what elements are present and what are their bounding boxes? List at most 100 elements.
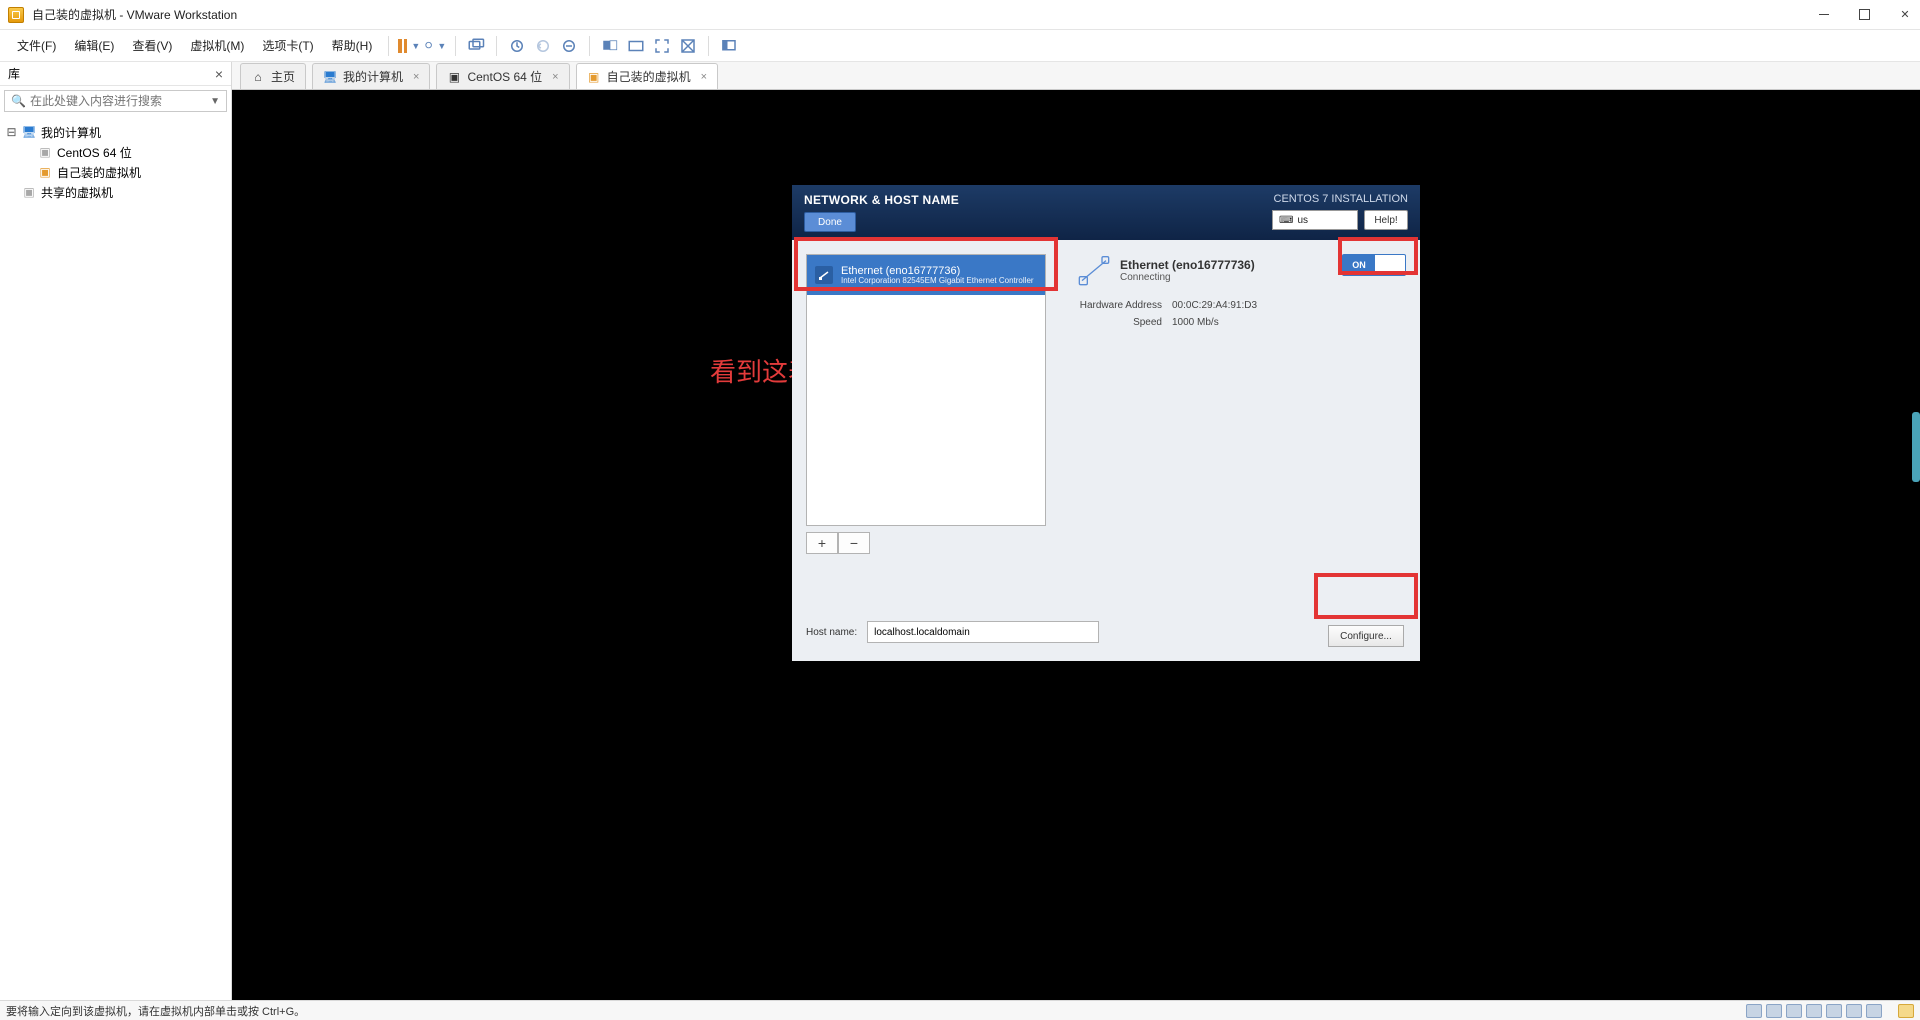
power-dropdown[interactable]: ▼ <box>424 36 446 56</box>
keyboard-layout-label: us <box>1297 215 1308 226</box>
hw-address-label: Hardware Address <box>1078 300 1172 311</box>
tab-my-computer[interactable]: 🖥 我的计算机 × <box>312 63 430 89</box>
tree-my-computer[interactable]: ⊟🖥 我的计算机 <box>4 122 227 142</box>
tab-centos[interactable]: ▣ CentOS 64 位 × <box>436 63 569 89</box>
tree-shared[interactable]: ▣ 共享的虚拟机 <box>4 182 227 202</box>
window-title: 自己装的虚拟机 - VMware Workstation <box>32 6 237 23</box>
menu-vm[interactable]: 虚拟机(M) <box>183 34 251 57</box>
send-ctrl-alt-del-icon[interactable] <box>465 36 487 56</box>
tab-close-icon[interactable]: × <box>413 71 419 83</box>
tab-close-icon[interactable]: × <box>552 71 558 83</box>
network-device-list[interactable]: Ethernet (eno16777736) Intel Corporation… <box>806 254 1046 526</box>
done-button[interactable]: Done <box>804 212 856 232</box>
toggle-on-label: ON <box>1343 255 1375 275</box>
menu-file[interactable]: 文件(F) <box>10 34 63 57</box>
library-heading: 库 <box>8 65 20 82</box>
library-panel: 库 × 🔍 ▼ ⊟🖥 我的计算机 ▣ CentOS 64 位 ▣ 自己装的虚拟机… <box>0 62 232 1000</box>
menu-edit[interactable]: 编辑(E) <box>67 34 121 57</box>
window-minimize-button[interactable] <box>1817 8 1831 22</box>
device-tray <box>1746 1004 1914 1018</box>
network-toggle[interactable]: ON <box>1342 254 1406 276</box>
shared-icon: ▣ <box>21 185 37 199</box>
library-search-input[interactable] <box>30 94 206 108</box>
menu-view[interactable]: 查看(V) <box>125 34 179 57</box>
window-maximize-button[interactable] <box>1859 9 1870 20</box>
tab-label: CentOS 64 位 <box>467 68 542 85</box>
detail-device-name: Ethernet (eno16777736) <box>1120 258 1255 272</box>
vm-running-icon: ▣ <box>37 165 53 179</box>
view-unity-icon[interactable] <box>677 36 699 56</box>
window-close-button[interactable] <box>1898 8 1912 22</box>
library-search[interactable]: 🔍 ▼ <box>4 90 227 112</box>
chevron-down-icon[interactable]: ▼ <box>210 96 220 107</box>
add-device-button[interactable]: + <box>806 532 838 554</box>
tree-label: 我的计算机 <box>41 124 101 141</box>
computer-icon: 🖥 <box>21 125 37 139</box>
status-bar: 要将输入定向到该虚拟机，请在虚拟机内部单击或按 Ctrl+G。 <box>0 1000 1920 1020</box>
ethernet-large-icon <box>1078 254 1110 286</box>
app-icon <box>8 7 24 23</box>
menu-help[interactable]: 帮助(H) <box>325 34 380 57</box>
tab-label: 自己装的虚拟机 <box>607 68 691 85</box>
tab-label: 主页 <box>271 68 295 85</box>
library-close-button[interactable]: × <box>215 66 223 82</box>
library-tree: ⊟🖥 我的计算机 ▣ CentOS 64 位 ▣ 自己装的虚拟机 ▣ 共享的虚拟… <box>0 116 231 208</box>
device-desc: Intel Corporation 82545EM Gigabit Ethern… <box>841 277 1034 286</box>
hostname-input[interactable] <box>867 621 1099 643</box>
tray-usb-icon[interactable] <box>1806 1004 1822 1018</box>
vm-icon: ▣ <box>37 145 53 159</box>
tab-self-vm[interactable]: ▣ 自己装的虚拟机 × <box>576 63 718 89</box>
hostname-label: Host name: <box>806 627 857 638</box>
tree-label: 共享的虚拟机 <box>41 184 113 201</box>
scroll-indicator[interactable] <box>1912 412 1920 482</box>
tree-label: 自己装的虚拟机 <box>57 164 141 181</box>
main-area: ⌂ 主页 🖥 我的计算机 × ▣ CentOS 64 位 × ▣ 自己装的虚拟机… <box>232 62 1920 1000</box>
tree-self-vm[interactable]: ▣ 自己装的虚拟机 <box>4 162 227 182</box>
tray-message-icon[interactable] <box>1898 1004 1914 1018</box>
view-library-icon[interactable] <box>718 36 740 56</box>
tray-display-icon[interactable] <box>1866 1004 1882 1018</box>
network-device-item[interactable]: Ethernet (eno16777736) Intel Corporation… <box>807 255 1045 295</box>
tray-printer-icon[interactable] <box>1846 1004 1862 1018</box>
detail-status: Connecting <box>1120 272 1255 283</box>
configure-button[interactable]: Configure... <box>1328 625 1404 647</box>
computer-icon: 🖥 <box>323 70 337 84</box>
tray-hdd-icon[interactable] <box>1746 1004 1762 1018</box>
tab-strip: ⌂ 主页 🖥 我的计算机 × ▣ CentOS 64 位 × ▣ 自己装的虚拟机… <box>232 62 1920 90</box>
home-icon: ⌂ <box>251 70 265 84</box>
tray-net-icon[interactable] <box>1786 1004 1802 1018</box>
tray-sound-icon[interactable] <box>1826 1004 1842 1018</box>
tray-cd-icon[interactable] <box>1766 1004 1782 1018</box>
installer-header: NETWORK & HOST NAME Done CENTOS 7 INSTAL… <box>792 185 1420 240</box>
remove-device-button[interactable]: − <box>838 532 870 554</box>
status-text: 要将输入定向到该虚拟机，请在虚拟机内部单击或按 Ctrl+G。 <box>6 1003 305 1019</box>
pause-button[interactable]: ▼ <box>398 36 420 56</box>
view-fullscreen-icon[interactable] <box>651 36 673 56</box>
device-name: Ethernet (eno16777736) <box>841 265 1034 277</box>
tab-label: 我的计算机 <box>343 68 403 85</box>
tab-home[interactable]: ⌂ 主页 <box>240 63 306 89</box>
keyboard-layout-selector[interactable]: ⌨ us <box>1272 210 1358 230</box>
tree-centos[interactable]: ▣ CentOS 64 位 <box>4 142 227 162</box>
menu-bar: 文件(F) 编辑(E) 查看(V) 虚拟机(M) 选项卡(T) 帮助(H) ▼ … <box>0 30 1920 62</box>
view-console-icon[interactable] <box>599 36 621 56</box>
keyboard-icon: ⌨ <box>1279 215 1293 226</box>
tab-close-icon[interactable]: × <box>701 71 707 83</box>
ethernet-icon <box>815 266 833 284</box>
network-detail-panel: Ethernet (eno16777736) Connecting ON Har… <box>1078 254 1406 647</box>
view-stretch-icon[interactable] <box>625 36 647 56</box>
vm-console[interactable]: 看到这表示网卡配置好了 NETWORK & HOST NAME Done CEN… <box>232 90 1920 1000</box>
installer-brand: CENTOS 7 INSTALLATION <box>1274 193 1408 205</box>
snapshot-take-icon[interactable] <box>506 36 528 56</box>
installer-title: NETWORK & HOST NAME <box>804 193 959 207</box>
tree-label: CentOS 64 位 <box>57 144 132 161</box>
snapshot-manager-icon[interactable] <box>558 36 580 56</box>
menu-tabs[interactable]: 选项卡(T) <box>255 34 320 57</box>
installer-window: NETWORK & HOST NAME Done CENTOS 7 INSTAL… <box>792 185 1420 661</box>
vm-running-icon: ▣ <box>587 70 601 84</box>
snapshot-revert-icon[interactable] <box>532 36 554 56</box>
search-icon: 🔍 <box>11 94 26 108</box>
speed-label: Speed <box>1078 317 1172 328</box>
speed-value: 1000 Mb/s <box>1172 317 1406 328</box>
help-button[interactable]: Help! <box>1364 210 1408 230</box>
